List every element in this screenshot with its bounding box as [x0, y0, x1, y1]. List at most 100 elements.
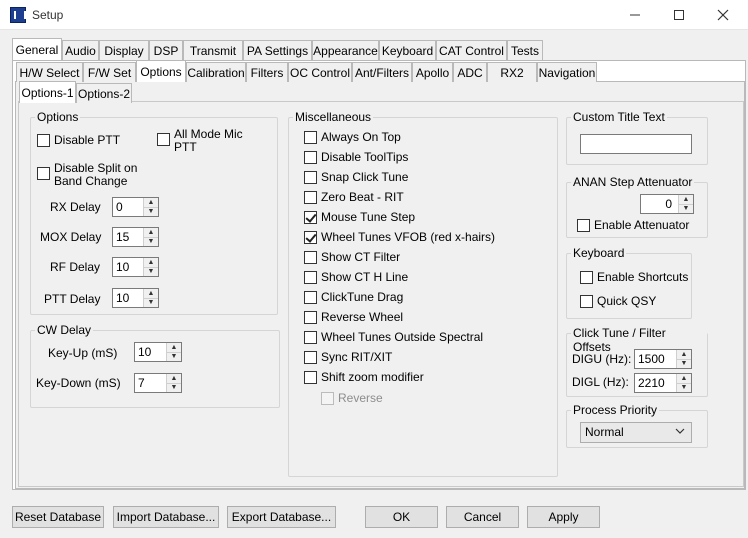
spinner-value[interactable]: 15 [113, 228, 143, 246]
spin-down-icon[interactable]: ▼ [144, 237, 158, 246]
mox-delay-spinner[interactable]: 15 ▲ ▼ [112, 227, 159, 247]
checkbox-box[interactable] [304, 231, 317, 244]
spinner-value[interactable]: 10 [113, 289, 143, 307]
quick-qsy-checkbox[interactable]: Quick QSY [580, 295, 656, 308]
checkbox-box[interactable] [157, 133, 170, 146]
misc-checkbox[interactable]: Always On Top [304, 131, 401, 144]
spin-up-icon[interactable]: ▲ [679, 195, 693, 205]
digu-spinner[interactable]: 1500 ▲ ▼ [634, 349, 692, 369]
misc-checkbox[interactable]: ClickTune Drag [304, 291, 403, 304]
spin-down-icon[interactable]: ▼ [144, 207, 158, 216]
misc-checkbox[interactable]: Wheel Tunes VFOB (red x-hairs) [304, 231, 495, 244]
checkbox-box[interactable] [304, 351, 317, 364]
enable-attenuator-checkbox[interactable]: Enable Attenuator [577, 219, 689, 232]
export-database-button[interactable]: Export Database... [227, 506, 336, 528]
tab-apollo[interactable]: Apollo [412, 62, 453, 82]
close-button[interactable] [700, 0, 746, 30]
tab-transmit[interactable]: Transmit [183, 40, 243, 60]
misc-checkbox[interactable]: Disable ToolTips [304, 151, 408, 164]
key-up-spinner[interactable]: 10 ▲ ▼ [134, 342, 182, 362]
spinner-value[interactable]: 2210 [635, 374, 676, 392]
misc-checkbox[interactable]: Zero Beat - RIT [304, 191, 404, 204]
misc-checkbox[interactable]: Snap Click Tune [304, 171, 408, 184]
spin-up-icon[interactable]: ▲ [677, 374, 691, 384]
spinner-value[interactable]: 7 [135, 374, 166, 392]
misc-checkbox[interactable]: Shift zoom modifier [304, 371, 424, 384]
tab-oc-control[interactable]: OC Control [288, 62, 352, 82]
spin-down-icon[interactable]: ▼ [144, 267, 158, 276]
cancel-button[interactable]: Cancel [446, 506, 519, 528]
spin-up-icon[interactable]: ▲ [144, 228, 158, 238]
spin-down-icon[interactable]: ▼ [144, 298, 158, 307]
reset-database-button[interactable]: Reset Database [12, 506, 104, 528]
checkbox-box[interactable] [304, 151, 317, 164]
checkbox-box[interactable] [304, 131, 317, 144]
tab-hw-select[interactable]: H/W Select [16, 62, 83, 82]
spin-up-icon[interactable]: ▲ [144, 258, 158, 268]
checkbox-box[interactable] [304, 271, 317, 284]
tab-options-1[interactable]: Options-1 [19, 81, 76, 103]
checkbox-box[interactable] [304, 251, 317, 264]
apply-button[interactable]: Apply [527, 506, 600, 528]
tab-dsp[interactable]: DSP [149, 40, 183, 60]
tab-options[interactable]: Options [136, 60, 186, 82]
misc-checkbox[interactable]: Mouse Tune Step [304, 211, 415, 224]
spinner-value[interactable]: 10 [113, 258, 143, 276]
spin-up-icon[interactable]: ▲ [167, 343, 181, 353]
checkbox-box[interactable] [37, 134, 50, 147]
all-mode-mic-ptt-checkbox[interactable]: All Mode Mic PTT [157, 128, 246, 154]
tab-rx2[interactable]: RX2 [487, 62, 537, 82]
checkbox-box[interactable] [580, 271, 593, 284]
disable-split-checkbox[interactable]: Disable Split on Band Change [37, 162, 144, 188]
checkbox-box[interactable] [304, 211, 317, 224]
checkbox-box[interactable] [304, 311, 317, 324]
tab-pa-settings[interactable]: PA Settings [243, 40, 312, 60]
ptt-delay-spinner[interactable]: 10 ▲ ▼ [112, 288, 159, 308]
ok-button[interactable]: OK [365, 506, 438, 528]
spin-up-icon[interactable]: ▲ [167, 374, 181, 384]
tab-calibration[interactable]: Calibration [186, 62, 246, 82]
checkbox-box[interactable] [37, 167, 50, 180]
spinner-value[interactable]: 0 [113, 198, 143, 216]
checkbox-box[interactable] [304, 291, 317, 304]
tab-adc[interactable]: ADC [453, 62, 487, 82]
tab-display[interactable]: Display [99, 40, 149, 60]
anan-attenuator-spinner[interactable]: 0 ▲ ▼ [640, 194, 694, 214]
digl-spinner[interactable]: 2210 ▲ ▼ [634, 373, 692, 393]
spin-down-icon[interactable]: ▼ [679, 204, 693, 213]
disable-ptt-checkbox[interactable]: Disable PTT [37, 134, 120, 147]
spinner-value[interactable]: 0 [641, 195, 678, 213]
custom-title-input[interactable] [580, 134, 692, 154]
rx-delay-spinner[interactable]: 0 ▲ ▼ [112, 197, 159, 217]
checkbox-box[interactable] [577, 219, 590, 232]
enable-shortcuts-checkbox[interactable]: Enable Shortcuts [580, 271, 688, 284]
misc-checkbox[interactable]: Wheel Tunes Outside Spectral [304, 331, 483, 344]
checkbox-box[interactable] [304, 331, 317, 344]
spin-up-icon[interactable]: ▲ [677, 350, 691, 360]
misc-checkbox[interactable]: Sync RIT/XIT [304, 351, 392, 364]
tab-tests[interactable]: Tests [507, 40, 543, 60]
checkbox-box[interactable] [304, 191, 317, 204]
tab-options-2[interactable]: Options-2 [76, 83, 132, 103]
misc-checkbox[interactable]: Show CT H Line [304, 271, 408, 284]
misc-checkbox[interactable]: Show CT Filter [304, 251, 400, 264]
spin-down-icon[interactable]: ▼ [677, 383, 691, 392]
tab-ant-filters[interactable]: Ant/Filters [352, 62, 412, 82]
tab-general[interactable]: General [12, 38, 62, 60]
import-database-button[interactable]: Import Database... [113, 506, 219, 528]
misc-checkbox[interactable]: Reverse Wheel [304, 311, 403, 324]
tab-keyboard[interactable]: Keyboard [379, 40, 436, 60]
spinner-value[interactable]: 1500 [635, 350, 676, 368]
spin-up-icon[interactable]: ▲ [144, 289, 158, 299]
rf-delay-spinner[interactable]: 10 ▲ ▼ [112, 257, 159, 277]
tab-navigation[interactable]: Navigation [537, 62, 597, 82]
tab-filters[interactable]: Filters [246, 62, 288, 82]
checkbox-box[interactable] [304, 371, 317, 384]
minimize-button[interactable] [612, 0, 658, 30]
checkbox-box[interactable] [304, 171, 317, 184]
spin-down-icon[interactable]: ▼ [167, 383, 181, 392]
tab-appearance[interactable]: Appearance [312, 40, 379, 60]
spin-down-icon[interactable]: ▼ [167, 352, 181, 361]
spinner-value[interactable]: 10 [135, 343, 166, 361]
tab-cat-control[interactable]: CAT Control [436, 40, 507, 60]
